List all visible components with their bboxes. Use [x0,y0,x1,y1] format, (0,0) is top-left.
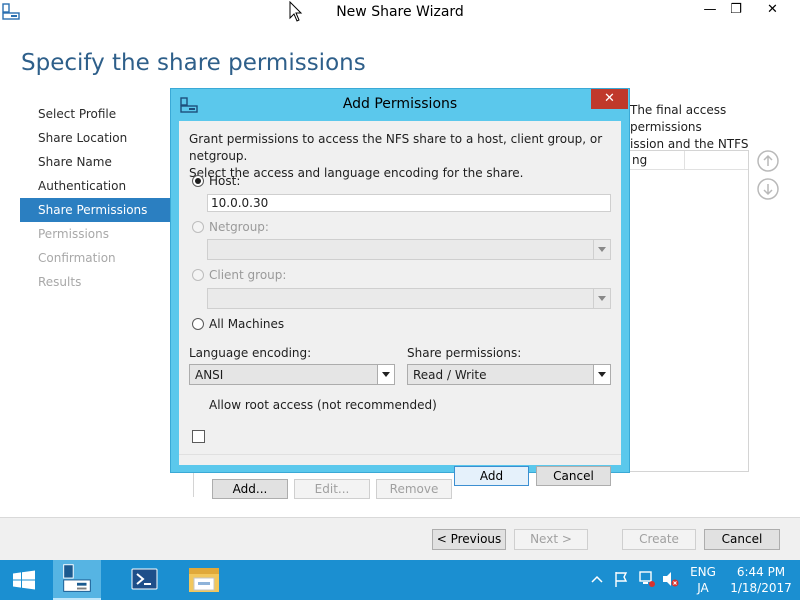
taskbar: ENG JA 6:44 PM 1/18/2017 [0,560,800,600]
input-language-primary: ENG [690,565,716,579]
maximize-button[interactable]: ❐ [723,0,749,20]
dialog-title: Add Permissions [342,96,458,112]
windows-start-icon[interactable] [0,560,48,600]
add-permission-button[interactable]: Add... [212,479,288,499]
permissions-list[interactable] [628,150,749,472]
dialog-body: Grant permissions to access the NFS shar… [179,121,621,486]
dropdown-arrow-box [593,289,610,308]
edit-permission-button: Edit... [294,479,370,499]
all-machines-label: All Machines [209,317,285,331]
list-border [193,472,194,497]
nav-item-permissions: Permissions [38,227,109,241]
minimize-button[interactable]: — [697,0,723,20]
window-title: New Share Wizard [336,4,464,20]
chevron-down-icon [598,247,606,252]
dropdown-arrow-box [593,240,610,259]
remove-permission-button: Remove [376,479,452,499]
chevron-up-icon[interactable] [590,572,604,586]
column-divider[interactable] [684,151,685,170]
page-title: Specify the share permissions [21,50,366,76]
allow-root-access-checkbox[interactable] [192,430,205,443]
nav-item-share-permissions[interactable]: Share Permissions [20,198,170,222]
chevron-down-icon [382,372,390,377]
netgroup-dropdown [207,239,611,260]
add-permissions-dialog[interactable]: Add Permissions ✕ Grant permissions to a… [170,88,630,486]
language-encoding-label: Language encoding: [189,346,312,360]
netgroup-label: Netgroup: [209,220,269,234]
nav-item-authentication[interactable]: Authentication [20,174,170,198]
nav-item-confirmation: Confirmation [38,251,116,265]
page-description: The final access permissions ission and … [630,102,800,153]
powershell-icon[interactable] [120,560,168,600]
client-group-radio [192,269,204,281]
clock-time: 6:44 PM [736,565,786,579]
close-button[interactable]: ✕ [749,0,796,20]
share-permissions-value: Read / Write [413,368,487,382]
input-language-secondary: JA [697,581,709,595]
arrow-down-icon[interactable] [757,178,779,200]
file-explorer-icon[interactable] [180,560,228,600]
input-language-indicator[interactable]: ENG JA [686,564,720,596]
dialog-cancel-button[interactable]: Cancel [536,466,611,486]
title-bar[interactable]: New Share Wizard — ❐ ✕ [0,0,800,24]
dropdown-arrow-box[interactable] [593,365,610,384]
nav-item-share-location[interactable]: Share Location [20,126,170,150]
allow-root-access-label: Allow root access (not recommended) [209,398,437,412]
all-machines-radio[interactable] [192,318,204,330]
nav-item-results: Results [38,275,82,289]
arrow-up-icon[interactable] [757,150,779,172]
next-button: Next > [514,529,588,550]
dialog-description-line: Select the access and language encoding … [189,166,524,180]
flag-icon[interactable] [613,570,629,588]
dialog-close-button[interactable]: ✕ [591,89,628,109]
volume-muted-icon[interactable] [661,570,679,588]
dropdown-arrow-box[interactable] [377,365,394,384]
language-encoding-value: ANSI [195,368,224,382]
clock-date: 1/18/2017 [730,581,792,595]
nav-item-share-name[interactable]: Share Name [20,150,170,174]
column-header-text: ng [632,153,648,167]
chevron-down-icon [598,296,606,301]
host-radio[interactable] [192,175,204,187]
share-permissions-dropdown[interactable]: Read / Write [407,364,611,385]
client-group-dropdown [207,288,611,309]
client-group-label: Client group: [209,268,287,282]
server-manager-taskbar-icon[interactable] [53,560,101,600]
dialog-description-line: Grant permissions to access the NFS shar… [189,132,603,163]
host-label: Host: [209,174,241,188]
dialog-add-button[interactable]: Add [454,466,529,486]
mouse-cursor-icon [289,1,303,22]
network-icon[interactable] [638,570,656,588]
page-description-line: The final access permissions [630,103,727,134]
system-clock[interactable]: 6:44 PM 1/18/2017 [726,564,796,596]
radio-selected-dot [195,178,201,184]
language-encoding-dropdown[interactable]: ANSI [189,364,395,385]
dialog-description: Grant permissions to access the NFS shar… [189,131,619,182]
host-input[interactable]: 10.0.0.30 [207,194,611,212]
create-button: Create [622,529,696,550]
permissions-list-header: ng [628,151,748,170]
netgroup-radio [192,221,204,233]
share-permissions-label: Share permissions: [407,346,522,360]
cancel-button[interactable]: Cancel [704,529,780,550]
chevron-down-icon [598,372,606,377]
previous-button[interactable]: < Previous [432,529,506,550]
nav-item-select-profile[interactable]: Select Profile [20,102,170,126]
dialog-divider [179,454,621,455]
